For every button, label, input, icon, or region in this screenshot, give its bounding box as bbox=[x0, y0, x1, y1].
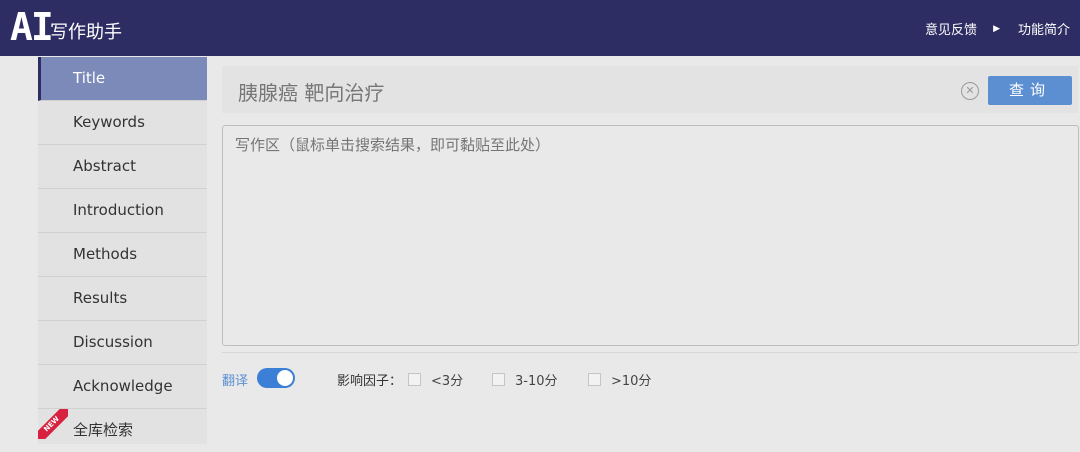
toggle-knob bbox=[277, 370, 293, 386]
search-bar: ✕ 查询 bbox=[222, 66, 1078, 113]
sidebar-item-label: Keywords bbox=[73, 113, 145, 131]
sidebar-item-results[interactable]: Results bbox=[38, 277, 207, 321]
sidebar-item-discussion[interactable]: Discussion bbox=[38, 321, 207, 365]
sidebar-item-label: Results bbox=[73, 289, 128, 307]
search-button[interactable]: 查询 bbox=[988, 76, 1072, 105]
sidebar-item-label: Methods bbox=[73, 245, 138, 263]
caret-right-icon: ▶ bbox=[993, 23, 1000, 34]
if-option-3-10[interactable]: 3-10分 bbox=[492, 370, 558, 389]
option-label: >10分 bbox=[611, 374, 652, 389]
option-label: <3分 bbox=[431, 374, 464, 389]
sidebar-item-keywords[interactable]: Keywords bbox=[38, 101, 207, 145]
clear-icon[interactable]: ✕ bbox=[961, 82, 979, 100]
new-badge-text: NEW bbox=[38, 409, 68, 439]
new-badge: NEW bbox=[38, 409, 68, 439]
sidebar-item-label: 全库检索 bbox=[73, 421, 134, 439]
option-label: 3-10分 bbox=[515, 374, 558, 389]
sidebar-item-introduction[interactable]: Introduction bbox=[38, 189, 207, 233]
sidebar-item-acknowledge[interactable]: Acknowledge bbox=[38, 365, 207, 409]
sidebar-item-methods[interactable]: Methods bbox=[38, 233, 207, 277]
app-title: 写作助手 bbox=[50, 22, 122, 43]
checkbox[interactable] bbox=[588, 373, 601, 386]
writing-textarea[interactable] bbox=[223, 126, 1078, 345]
translate-toggle[interactable] bbox=[257, 368, 295, 388]
impact-factor-label: 影响因子： bbox=[337, 374, 403, 389]
if-option-lt3[interactable]: <3分 bbox=[408, 370, 463, 389]
section-sidebar: Title Keywords Abstract Introduction Met… bbox=[38, 57, 207, 444]
top-header: AI 写作助手 意见反馈 ▶ 功能简介 bbox=[0, 0, 1080, 56]
logo-mark: AI bbox=[10, 5, 54, 49]
sidebar-item-label: Title bbox=[73, 69, 106, 87]
sidebar-item-label: Introduction bbox=[73, 201, 164, 219]
header-links: 意见反馈 ▶ 功能简介 bbox=[925, 19, 1070, 38]
checkbox[interactable] bbox=[492, 373, 505, 386]
sidebar-item-full-search[interactable]: NEW 全库检索 bbox=[38, 409, 207, 452]
sidebar-item-abstract[interactable]: Abstract bbox=[38, 145, 207, 189]
features-link[interactable]: 功能简介 bbox=[1018, 19, 1070, 38]
checkbox[interactable] bbox=[408, 373, 421, 386]
bottom-controls: 翻译 影响因子： <3分 3-10分 >10分 bbox=[222, 368, 1078, 390]
translate-label: 翻译 bbox=[222, 374, 249, 389]
feedback-link[interactable]: 意见反馈 bbox=[925, 19, 977, 38]
if-option-gt10[interactable]: >10分 bbox=[588, 370, 651, 389]
sidebar-item-label: Acknowledge bbox=[73, 377, 173, 395]
sidebar-item-label: Abstract bbox=[73, 157, 136, 175]
divider bbox=[222, 352, 1079, 353]
search-input[interactable] bbox=[236, 76, 940, 106]
writing-area bbox=[222, 125, 1079, 346]
sidebar-item-title[interactable]: Title bbox=[38, 57, 207, 101]
sidebar-item-label: Discussion bbox=[73, 333, 153, 351]
